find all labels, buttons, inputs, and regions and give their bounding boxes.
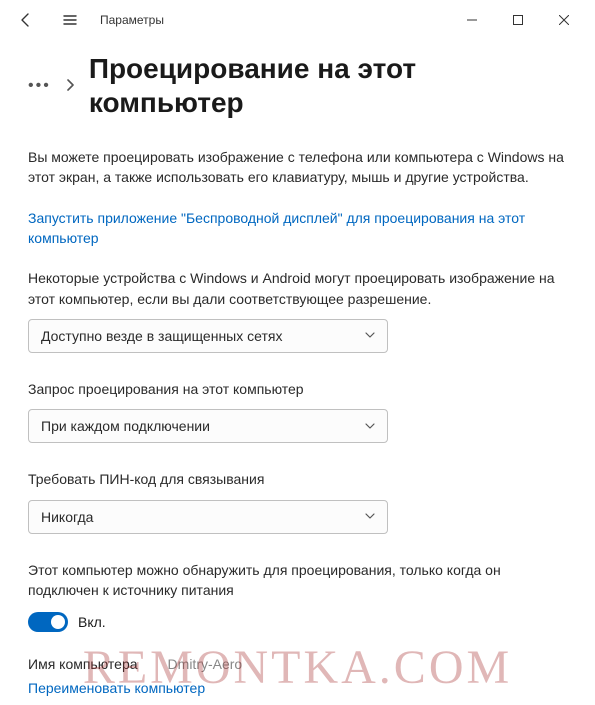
ask-to-project-label: Запрос проецирования на этот компьютер (28, 379, 567, 399)
chevron-down-icon (365, 511, 375, 522)
back-button[interactable] (8, 2, 44, 38)
intro-text: Вы можете проецировать изображение с тел… (28, 147, 567, 188)
page-title: Проецирование на этот компьютер (89, 52, 567, 119)
maximize-button[interactable] (495, 4, 541, 36)
launch-wireless-display-link[interactable]: Запустить приложение "Беспроводной диспл… (28, 208, 567, 249)
discover-toggle[interactable] (28, 612, 68, 632)
availability-dropdown[interactable]: Доступно везде в защищенных сетях (28, 319, 388, 353)
chevron-down-icon (365, 330, 375, 341)
ask-to-project-dropdown[interactable]: При каждом подключении (28, 409, 388, 443)
discover-label: Этот компьютер можно обнаружить для прое… (28, 560, 567, 601)
breadcrumb: ••• Проецирование на этот компьютер (28, 52, 567, 119)
ask-to-project-value: При каждом подключении (41, 418, 210, 434)
require-pin-label: Требовать ПИН-код для связывания (28, 469, 567, 489)
availability-value: Доступно везде в защищенных сетях (41, 328, 282, 344)
content-area: ••• Проецирование на этот компьютер Вы м… (0, 52, 595, 698)
breadcrumb-ellipsis-icon[interactable]: ••• (28, 77, 51, 95)
rename-pc-link[interactable]: Переименовать компьютер (28, 678, 567, 698)
pc-name-label: Имя компьютера (28, 656, 138, 672)
require-pin-dropdown[interactable]: Никогда (28, 500, 388, 534)
discover-toggle-state: Вкл. (78, 614, 106, 630)
require-pin-value: Никогда (41, 509, 93, 525)
chevron-right-icon (65, 78, 75, 94)
minimize-button[interactable] (449, 4, 495, 36)
close-button[interactable] (541, 4, 587, 36)
window-title: Параметры (100, 13, 164, 27)
titlebar: Параметры (0, 0, 595, 40)
availability-label: Некоторые устройства с Windows и Android… (28, 268, 567, 309)
chevron-down-icon (365, 421, 375, 432)
menu-button[interactable] (52, 2, 88, 38)
pc-name-value: Dmitry-Aero (168, 656, 243, 672)
